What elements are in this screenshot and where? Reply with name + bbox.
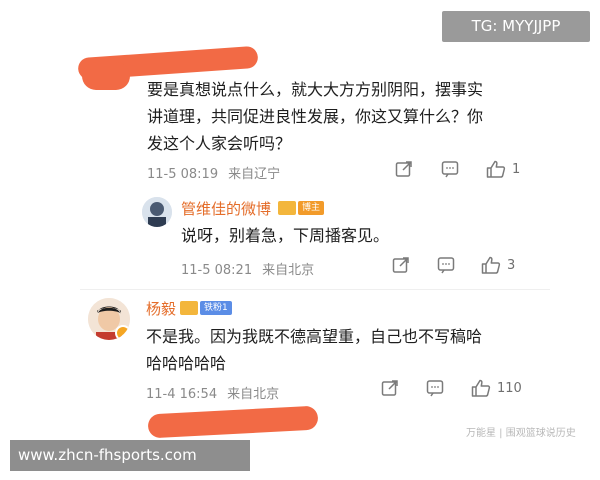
comment-2-like-button[interactable]: 110 xyxy=(471,379,522,397)
footer-brand: 万能星 | 围观篮球说历史 xyxy=(466,428,576,439)
thumbs-up-icon xyxy=(481,256,501,274)
comment-1-line-2: 讲道理，共同促进良性发展，你这又算什么？你 xyxy=(147,107,484,126)
comment-2-badge: 铁粉1 xyxy=(200,301,232,315)
share-icon xyxy=(395,161,412,177)
avatar-image xyxy=(142,197,172,227)
reply-1-time: 11-5 08:21 xyxy=(181,263,253,278)
reply-1-like-count: 3 xyxy=(507,257,516,273)
comment-2-line-1: 不是我。因为我既不德高望重，自己也不写稿哈 xyxy=(146,327,483,346)
reply-1-like-button[interactable]: 3 xyxy=(481,256,515,274)
reply-1-username[interactable]: 管维佳的微博 xyxy=(181,198,271,219)
comment-2-meta: 11-4 16:54 来自北京 xyxy=(146,383,279,402)
comment-thread: 要是真想说点什么，就大大方方别阴阳，摆事实 讲道理，共同促进良性发展，你这又算什… xyxy=(0,0,600,480)
comment-2-username[interactable]: 杨毅 xyxy=(146,298,176,319)
reply-1-badge: 博主 xyxy=(298,201,325,215)
comment-2-location: 来自北京 xyxy=(227,387,280,402)
comment-1-comment-button[interactable] xyxy=(441,160,459,178)
comment-1-like-button[interactable]: 1 xyxy=(486,160,520,178)
reply-1-text: 说呀，别着急，下周播客见。 xyxy=(181,226,390,245)
comment-2-time: 11-4 16:54 xyxy=(146,387,218,402)
comment-icon xyxy=(437,257,455,274)
comment-2-like-count: 110 xyxy=(497,380,522,396)
comment-1-text: 要是真想说点什么，就大大方方别阴阳，摆事实 讲道理，共同促进良性发展，你这又算什… xyxy=(147,76,547,157)
comment-icon xyxy=(426,380,444,397)
share-icon xyxy=(381,380,398,396)
comment-1-location: 来自辽宁 xyxy=(228,167,281,182)
reply-1-meta: 11-5 08:21 来自北京 xyxy=(181,259,314,278)
comment-1-line-3: 发这个人家会听吗？ xyxy=(147,134,292,153)
comment-1-meta: 11-5 08:19 来自辽宁 xyxy=(147,163,280,182)
share-icon xyxy=(392,257,409,273)
reply-1-share-button[interactable] xyxy=(392,256,410,274)
thumbs-up-icon xyxy=(471,379,491,397)
comment-1-line-1: 要是真想说点什么，就大大方方别阴阳，摆事实 xyxy=(147,80,484,99)
comment-1-time: 11-5 08:19 xyxy=(147,167,219,182)
comment-2-share-button[interactable] xyxy=(381,379,399,397)
crown-icon xyxy=(278,201,296,215)
verified-icon xyxy=(115,325,130,340)
comment-1-share-button[interactable] xyxy=(395,160,413,178)
comment-1-like-count: 1 xyxy=(512,161,521,177)
thumbs-up-icon xyxy=(486,160,506,178)
crown-icon xyxy=(180,301,198,315)
comment-2-text: 不是我。因为我既不德高望重，自己也不写稿哈 哈哈哈哈哈 xyxy=(146,323,546,377)
telegram-watermark: TG: MYYJJPP xyxy=(442,11,590,42)
comment-2-comment-button[interactable] xyxy=(426,379,444,397)
divider xyxy=(80,289,550,290)
comment-icon xyxy=(441,161,459,178)
comment-2-line-2: 哈哈哈哈哈 xyxy=(146,354,227,373)
site-watermark: www.zhcn-fhsports.com xyxy=(10,440,250,471)
reply-1-comment-button[interactable] xyxy=(437,256,455,274)
comment-2-avatar[interactable] xyxy=(88,298,130,340)
reply-1-location: 来自北京 xyxy=(262,263,315,278)
redaction-scribble-bottom xyxy=(147,405,319,439)
reply-1-avatar[interactable] xyxy=(142,197,172,227)
redaction-scribble-top-tail xyxy=(82,62,130,90)
